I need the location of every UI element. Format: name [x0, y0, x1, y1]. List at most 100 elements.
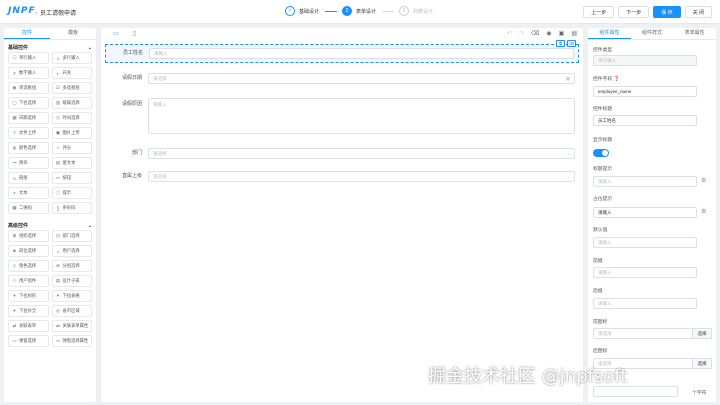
group-header[interactable]: 高级控件 ⌄	[8, 221, 92, 230]
show-title-toggle[interactable]	[593, 149, 609, 157]
back-icon[interactable]: ‹	[35, 11, 37, 17]
palette-item[interactable]: ▾ 下拉补全	[8, 305, 49, 317]
suffix-icon-select-button[interactable]: 选择	[692, 358, 712, 369]
form-field-department[interactable]: 部门 请选择 ⌄	[105, 147, 579, 160]
clear-icon[interactable]: ⌫	[531, 30, 539, 37]
palette-item[interactable]: ⇄ 关联表单属性	[51, 320, 92, 332]
default-value-input[interactable]: 请输入	[593, 237, 697, 248]
next-step-button[interactable]: 下一步	[618, 6, 650, 18]
palette-item[interactable]: ▾ 下拉树形	[8, 290, 49, 302]
palette-item[interactable]: ▭ 按钮	[51, 172, 92, 184]
title-input[interactable]: 员工姓名	[593, 115, 697, 126]
palette-item[interactable]: ☺ 用户选择	[51, 245, 92, 257]
title-hint-input[interactable]: 请输入	[593, 176, 697, 187]
step-basic-design[interactable]: ✓ 基础设计	[285, 6, 319, 16]
tab-form-props[interactable]: 表单属性	[673, 28, 716, 39]
form-field-supervisor[interactable]: 直属上级 请选择 ⌄	[105, 170, 579, 183]
desktop-icon[interactable]: ▭	[113, 30, 119, 37]
field-label: 直属上级	[121, 173, 142, 179]
step-list-design[interactable]: 3 列表设计	[399, 6, 433, 16]
step-form-design[interactable]: 2 表单设计	[342, 6, 376, 16]
gear-icon[interactable]: ⚙	[701, 177, 706, 184]
palette-item[interactable]: ▢ 下拉选择	[8, 97, 49, 109]
palette-item[interactable]: ◇ 角色选择	[8, 260, 49, 272]
tab-component-style[interactable]: 组件样式	[631, 28, 674, 39]
palette-item[interactable]: ◉ 单选框组	[8, 82, 49, 94]
field-input[interactable]: 请输入	[149, 48, 574, 59]
palette-item[interactable]: T 文本	[8, 187, 49, 199]
placeholder-input[interactable]: 请输入	[593, 207, 697, 218]
palette-item[interactable]: ⊡ 部门选择	[51, 230, 92, 242]
help-icon[interactable]: ❓	[614, 77, 620, 82]
close-button[interactable]: 关 闭	[684, 6, 712, 18]
palette-item[interactable]: # 数字输入	[8, 67, 49, 79]
code-icon[interactable]: ▤	[571, 30, 577, 37]
palette-item[interactable]: ☐ 单行输入	[8, 52, 49, 64]
field-textarea[interactable]: 请输入	[148, 98, 575, 134]
palette-item[interactable]: ◎ 省市区域	[51, 305, 92, 317]
palette-item[interactable]: ▾ 下拉表格	[51, 290, 92, 302]
palette-item[interactable]: ▦ 日期选择	[8, 112, 49, 124]
field-select[interactable]: 请选择 ⌄	[148, 148, 575, 159]
control-icon: ◐	[56, 70, 60, 76]
palette-item[interactable]: ⇄ 关联表单	[8, 320, 49, 332]
control-icon: ▤	[55, 278, 61, 283]
palette-item[interactable]: ▣ 图片上传	[51, 127, 92, 139]
prefix-icon-input[interactable]: 请选择	[593, 328, 693, 339]
field-input[interactable]: 请选择 ▦	[148, 73, 575, 84]
prev-step-button[interactable]: 上一步	[583, 6, 615, 18]
copy-icon[interactable]: ⧉	[556, 40, 565, 47]
palette-item[interactable]: ☆ 评分	[51, 142, 92, 154]
property-tabs: 组件属性 组件样式 表单属性	[588, 28, 716, 40]
form-field-employee-name[interactable]: 员工姓名 请输入 ⧉ ⌫	[105, 40, 579, 63]
palette-item-label: 下拉树形	[19, 293, 37, 298]
gear-icon[interactable]: ⚙	[701, 208, 706, 215]
chevron-down-icon: ⌄	[87, 222, 92, 229]
component-panel: 控件 模板 基础控件 ⌄ ☐ 单行输入 ≡ 多行输入 # 数字输入 ◐ 开关 ◉ 单选框组 ☑ 多选框组…	[4, 28, 96, 402]
suffix-input[interactable]: 请输入	[593, 298, 697, 309]
undo-icon[interactable]: ↶	[507, 30, 512, 37]
mobile-icon[interactable]: ▯	[133, 30, 136, 37]
group-header[interactable]: 基础控件 ⌄	[8, 43, 92, 52]
palette-item-label: 级联选择	[62, 100, 80, 105]
palette-item[interactable]: ☑ 多选框组	[51, 82, 92, 94]
palette-item-label: 文本	[19, 190, 28, 195]
tab-templates[interactable]: 模板	[50, 28, 96, 39]
palette-item[interactable]: ⇪ 文件上传	[8, 127, 49, 139]
palette-item[interactable]: ≡ 多行输入	[51, 52, 92, 64]
palette-item[interactable]: ⊕ 分组选择	[51, 260, 92, 272]
tab-controls[interactable]: 控件	[4, 28, 50, 39]
palette-item[interactable]: ▭ 弹窗选择	[8, 335, 49, 347]
preview-icon[interactable]: ◉	[546, 30, 551, 37]
step-label: 列表设计	[413, 8, 434, 15]
field-name-input[interactable]: employee_name	[593, 86, 697, 97]
palette-item[interactable]: ║ 条形码	[51, 202, 92, 214]
save-button[interactable]: 保 存	[653, 6, 681, 18]
palette-item[interactable]: ◷ 时间选择	[51, 112, 92, 124]
palette-item[interactable]: ▩ 二维码	[8, 202, 49, 214]
prefix-icon-select-button[interactable]: 选择	[692, 328, 712, 339]
palette-item-label: 多选框组	[62, 85, 80, 90]
delete-icon[interactable]: ⌫	[567, 40, 576, 47]
palette-item[interactable]: ▤ 富文本	[51, 157, 92, 169]
field-select[interactable]: 请选择 ⌄	[148, 171, 575, 182]
palette-item[interactable]: ⊞ 组织选择	[8, 230, 49, 242]
palette-item[interactable]: ◐ 开关	[51, 67, 92, 79]
palette-item[interactable]: ▤ 设计子表	[51, 275, 92, 287]
palette-item[interactable]: ▥ 级联选择	[51, 97, 92, 109]
palette-item-label: 岗位选择	[19, 248, 37, 253]
palette-item[interactable]: ▭ 弹窗选择属性	[51, 335, 92, 347]
prefix-input[interactable]: 请输入	[593, 267, 697, 278]
palette-item[interactable]: ∞ 链接	[8, 172, 49, 184]
redo-icon[interactable]: ↷	[519, 30, 524, 37]
form-field-leave-date[interactable]: 请假日期 请选择 ▦	[105, 72, 579, 85]
tab-component-props[interactable]: 组件属性	[588, 28, 631, 39]
palette-item[interactable]: ◍ 颜色选择	[8, 142, 49, 154]
step-line	[325, 11, 337, 12]
palette-item[interactable]: ⚇ 用户组件	[8, 275, 49, 287]
palette-item[interactable]: ◈ 岗位选择	[8, 245, 49, 257]
palette-item[interactable]: ⓘ 提示	[51, 187, 92, 199]
palette-item[interactable]: ⊶ 滑块	[8, 157, 49, 169]
form-field-leave-reason[interactable]: 请假原因 请输入	[105, 98, 579, 136]
json-icon[interactable]: ▣	[559, 30, 565, 37]
